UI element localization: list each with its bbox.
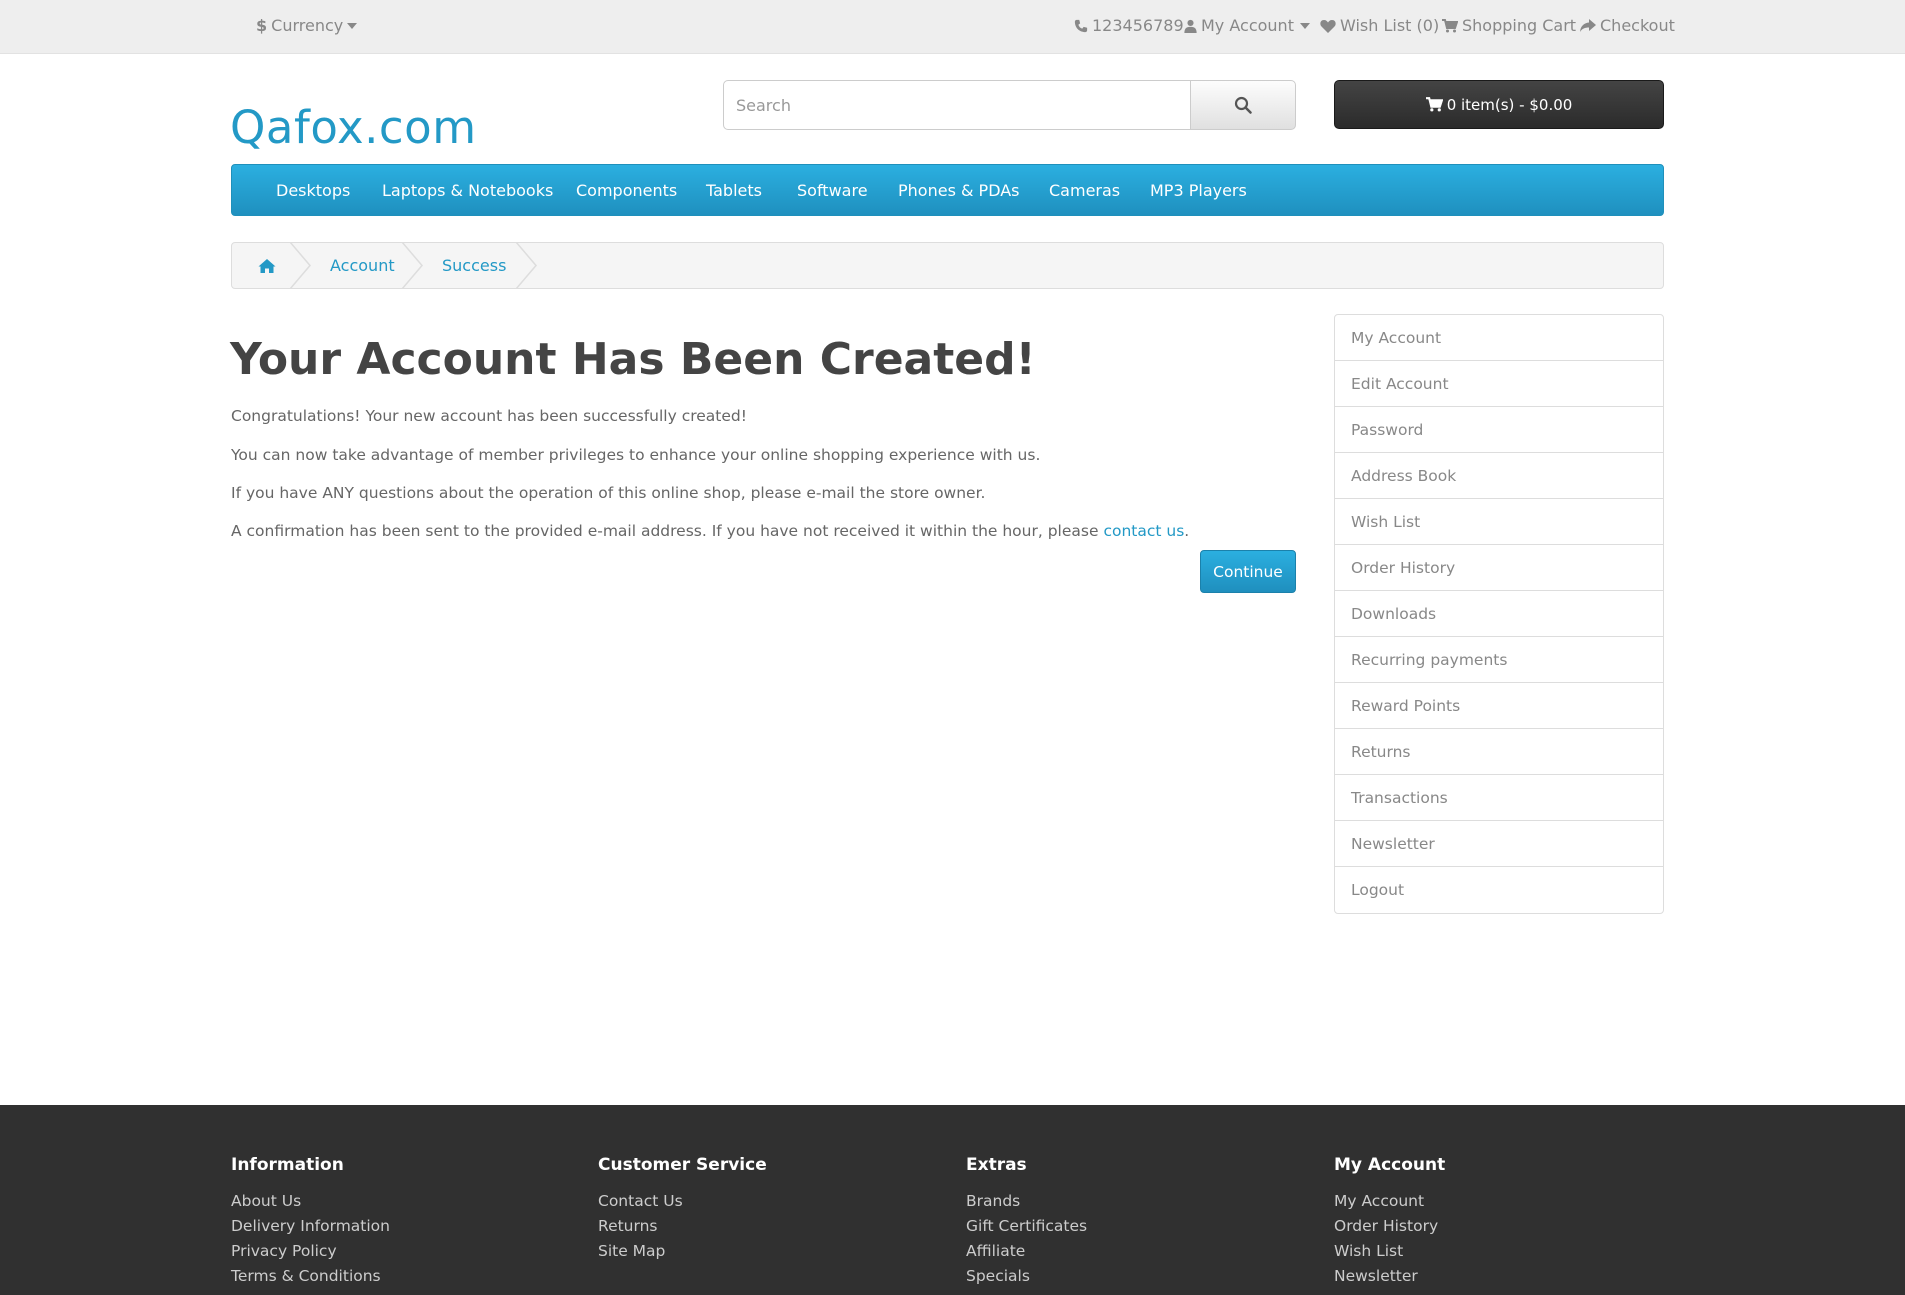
sidebar-item-returns[interactable]: Returns xyxy=(1335,729,1663,775)
search-button[interactable] xyxy=(1190,80,1296,130)
sidebar-item-logout[interactable]: Logout xyxy=(1335,867,1663,913)
home-icon xyxy=(258,258,276,273)
dollar-icon: $ xyxy=(256,16,268,35)
menu-item-laptops-notebooks[interactable]: Laptops & Notebooks xyxy=(382,181,553,200)
footer-heading: Extras xyxy=(966,1155,1027,1175)
breadcrumb-account[interactable]: Account xyxy=(330,243,395,288)
sidebar-item-reward-points[interactable]: Reward Points xyxy=(1335,683,1663,729)
footer-link-about-us[interactable]: About Us xyxy=(231,1189,390,1214)
footer-link-wish-list[interactable]: Wish List xyxy=(1334,1239,1445,1264)
footer-link-gift-certificates[interactable]: Gift Certificates xyxy=(966,1214,1087,1239)
footer-link-specials[interactable]: Specials xyxy=(966,1264,1087,1289)
sidebar-item-recurring-payments[interactable]: Recurring payments xyxy=(1335,637,1663,683)
breadcrumb: Account Success xyxy=(231,242,1664,289)
menu-item-desktops[interactable]: Desktops xyxy=(276,181,350,200)
sidebar-item-password[interactable]: Password xyxy=(1335,407,1663,453)
shopping-cart-link[interactable]: Shopping Cart xyxy=(1442,16,1576,35)
sidebar-item-transactions[interactable]: Transactions xyxy=(1335,775,1663,821)
checkout-link[interactable]: Checkout xyxy=(1580,16,1675,35)
menu-item-cameras[interactable]: Cameras xyxy=(1049,181,1120,200)
success-message: Congratulations! Your new account has be… xyxy=(231,407,747,425)
page-title: Your Account Has Been Created! xyxy=(230,334,1036,385)
footer-link-newsletter[interactable]: Newsletter xyxy=(1334,1264,1445,1289)
footer-column-information: Information About Us Delivery Informatio… xyxy=(231,1155,390,1289)
footer-heading: Information xyxy=(231,1155,344,1175)
footer-link-terms-conditions[interactable]: Terms & Conditions xyxy=(231,1264,390,1289)
continue-button[interactable]: Continue xyxy=(1200,550,1296,593)
menu-item-phones-pdas[interactable]: Phones & PDAs xyxy=(898,181,1020,200)
phone-link[interactable]: 123456789 xyxy=(1074,16,1184,35)
breadcrumb-success[interactable]: Success xyxy=(442,243,506,288)
sidebar-item-my-account[interactable]: My Account xyxy=(1335,315,1663,361)
shopping-cart-label: Shopping Cart xyxy=(1462,16,1577,35)
sidebar-item-address-book[interactable]: Address Book xyxy=(1335,453,1663,499)
breadcrumb-home[interactable] xyxy=(258,243,276,288)
sidebar-item-downloads[interactable]: Downloads xyxy=(1335,591,1663,637)
wish-list-link[interactable]: Wish List (0) xyxy=(1320,16,1439,35)
breadcrumb-separator xyxy=(515,243,537,288)
questions-message: If you have ANY questions about the oper… xyxy=(231,484,986,502)
phone-number: 123456789 xyxy=(1092,16,1184,35)
search-icon xyxy=(1234,96,1252,114)
sidebar-item-wish-list[interactable]: Wish List xyxy=(1335,499,1663,545)
menu-item-mp3-players[interactable]: MP3 Players xyxy=(1150,181,1247,200)
my-account-label: My Account xyxy=(1201,16,1294,35)
my-account-dropdown[interactable]: My Account xyxy=(1184,16,1310,35)
footer-column-my-account: My Account My Account Order History Wish… xyxy=(1334,1155,1445,1289)
checkout-label: Checkout xyxy=(1600,16,1675,35)
menu-item-software[interactable]: Software xyxy=(797,181,868,200)
cart-button[interactable]: 0 item(s) - $0.00 xyxy=(1334,80,1664,129)
account-sidebar: My Account Edit Account Password Address… xyxy=(1334,314,1664,914)
phone-icon xyxy=(1074,19,1088,32)
footer-link-affiliate[interactable]: Affiliate xyxy=(966,1239,1087,1264)
share-icon xyxy=(1580,18,1596,32)
privileges-message: You can now take advantage of member pri… xyxy=(231,446,1041,464)
cart-icon xyxy=(1425,97,1443,112)
caret-down-icon xyxy=(347,22,358,29)
footer-link-delivery-information[interactable]: Delivery Information xyxy=(231,1214,390,1239)
footer-link-site-map[interactable]: Site Map xyxy=(598,1239,767,1264)
footer: Information About Us Delivery Informatio… xyxy=(0,1105,1905,1295)
caret-down-icon xyxy=(1299,22,1310,29)
confirmation-text: A confirmation has been sent to the prov… xyxy=(231,522,1104,540)
footer-link-order-history[interactable]: Order History xyxy=(1334,1214,1445,1239)
main-menu: Desktops Laptops & Notebooks Components … xyxy=(231,164,1664,216)
footer-link-my-account[interactable]: My Account xyxy=(1334,1189,1445,1214)
menu-item-components[interactable]: Components xyxy=(576,181,677,200)
breadcrumb-separator xyxy=(401,243,423,288)
breadcrumb-separator xyxy=(289,243,311,288)
cart-total: 0 item(s) - $0.00 xyxy=(1446,95,1573,114)
user-icon xyxy=(1184,19,1197,33)
top-bar: $ Currency 123456789 My Account Wish Lis… xyxy=(0,0,1905,54)
footer-link-contact-us[interactable]: Contact Us xyxy=(598,1189,767,1214)
wish-list-label: Wish List (0) xyxy=(1340,16,1440,35)
footer-column-extras: Extras Brands Gift Certificates Affiliat… xyxy=(966,1155,1087,1289)
menu-item-tablets[interactable]: Tablets xyxy=(706,181,762,200)
heart-icon xyxy=(1320,19,1336,33)
footer-heading: Customer Service xyxy=(598,1155,767,1175)
currency-dropdown[interactable]: $ Currency xyxy=(256,16,358,35)
footer-heading: My Account xyxy=(1334,1155,1446,1175)
search-input[interactable] xyxy=(723,80,1191,130)
currency-label: Currency xyxy=(271,16,344,35)
contact-us-link[interactable]: contact us xyxy=(1103,522,1184,540)
footer-link-brands[interactable]: Brands xyxy=(966,1189,1087,1214)
footer-link-returns[interactable]: Returns xyxy=(598,1214,767,1239)
cart-icon xyxy=(1442,18,1458,32)
site-logo[interactable]: Qafox.com xyxy=(230,101,477,154)
sidebar-item-order-history[interactable]: Order History xyxy=(1335,545,1663,591)
sidebar-item-edit-account[interactable]: Edit Account xyxy=(1335,361,1663,407)
confirmation-period: . xyxy=(1184,522,1190,540)
footer-link-privacy-policy[interactable]: Privacy Policy xyxy=(231,1239,390,1264)
sidebar-item-newsletter[interactable]: Newsletter xyxy=(1335,821,1663,867)
footer-column-customer-service: Customer Service Contact Us Returns Site… xyxy=(598,1155,767,1264)
confirmation-message: A confirmation has been sent to the prov… xyxy=(231,522,1189,540)
